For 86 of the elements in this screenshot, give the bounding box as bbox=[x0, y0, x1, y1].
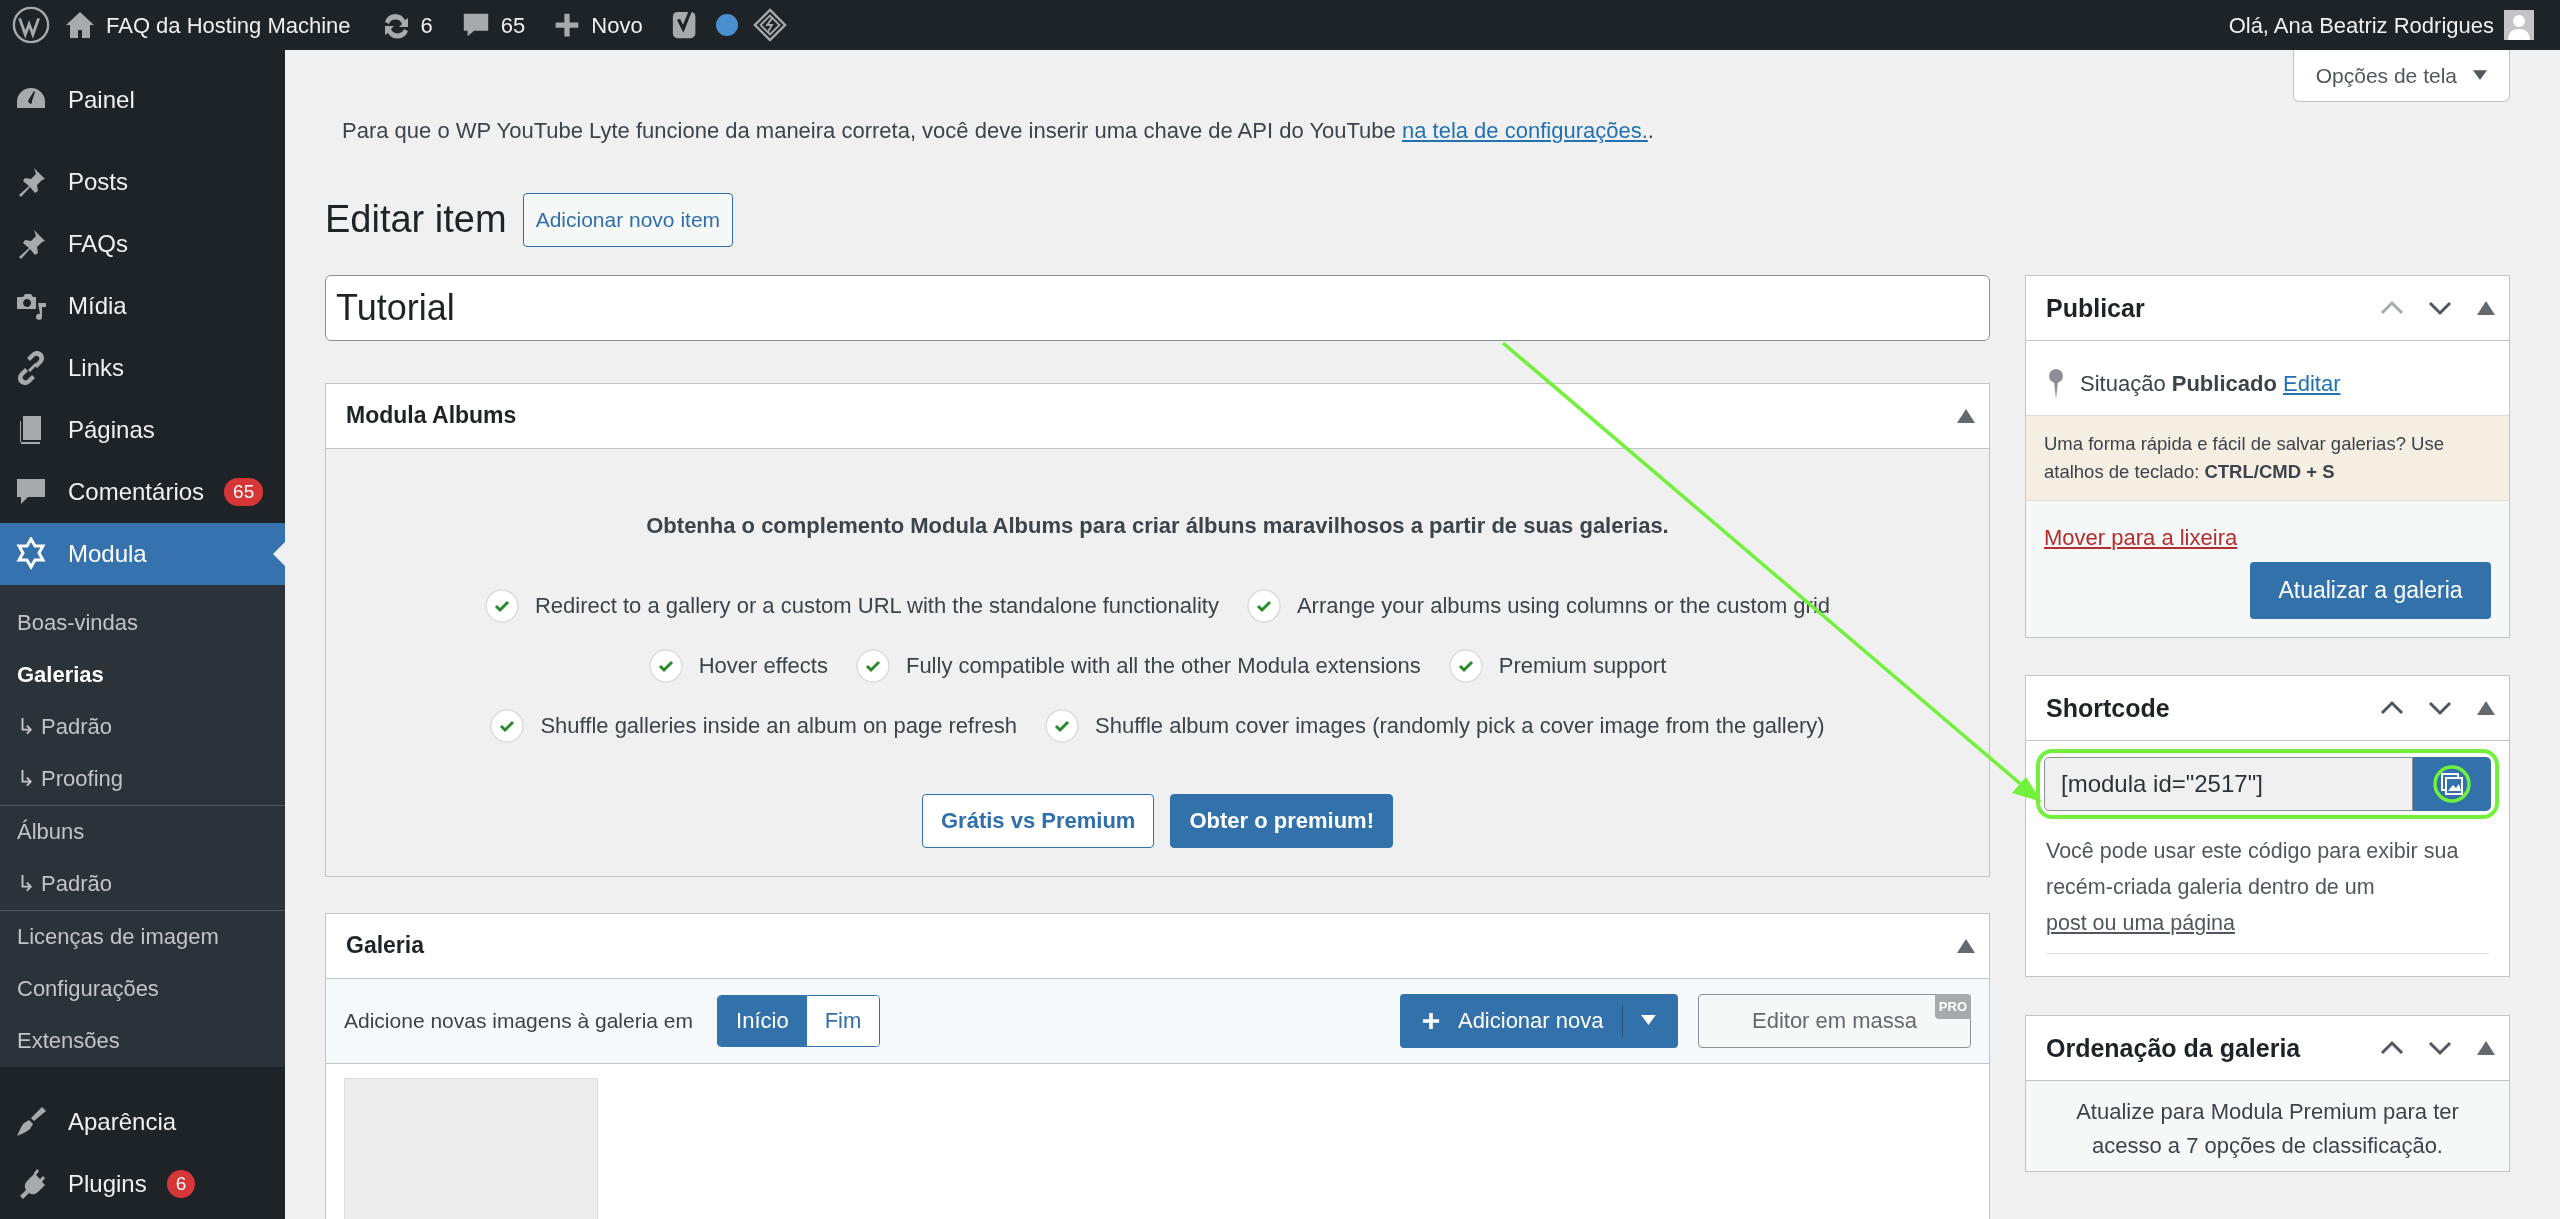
count-badge: 6 bbox=[166, 1169, 196, 1199]
checkmark-icon bbox=[1448, 648, 1483, 683]
position-toggle[interactable]: Fim bbox=[806, 995, 880, 1046]
promo-heading: Obtenha o complemento Modula Albums para criar álbuns maravilhosos a partir de suas galerias. bbox=[645, 511, 1670, 540]
checkmark-icon bbox=[490, 708, 525, 743]
sidebar-menu-item[interactable]: Comentários 65 bbox=[0, 461, 285, 523]
shortcode-field[interactable]: [modula id="2517"] bbox=[2044, 756, 2413, 811]
sidebar-menu-item[interactable]: Aparência bbox=[0, 1091, 285, 1153]
checkmark-icon bbox=[855, 648, 890, 683]
submenu-item[interactable]: Boas-vindas bbox=[0, 597, 285, 649]
home-icon bbox=[64, 9, 96, 41]
pro-badge: PRO bbox=[1934, 993, 1971, 1019]
sidebar-menu-item[interactable]: Posts bbox=[0, 151, 285, 213]
copy-icon-highlighted bbox=[2432, 763, 2472, 804]
panel-title: Modula Albums bbox=[346, 401, 518, 430]
shortcut-tip: Uma forma rápida e fácil de salvar galerias? Use atalhos de teclado: CTRL/CMD + S bbox=[2026, 414, 2509, 501]
panel-title: Ordenação da galeria bbox=[2046, 1032, 2302, 1063]
checkmark-icon bbox=[1045, 708, 1079, 743]
collapse-toggle-icon[interactable] bbox=[1957, 408, 1975, 423]
page-title: Editar item bbox=[325, 196, 507, 242]
avatar-icon bbox=[2504, 10, 2534, 40]
panel-title: Shortcode bbox=[2046, 692, 2171, 723]
sidebar-menu-item[interactable]: Páginas bbox=[0, 399, 285, 461]
position-toggle[interactable]: Início bbox=[718, 995, 807, 1046]
promo-button[interactable]: Grátis vs Premium bbox=[922, 793, 1155, 848]
toolbar-label: Adicione novas imagens à galeria em bbox=[344, 1007, 694, 1034]
screen-options-button[interactable]: Opções de tela bbox=[2292, 50, 2510, 102]
submenu-item[interactable]: Galerias bbox=[0, 649, 285, 701]
feature-text: Redirect to a gallery or a custom URL with the standalone functionality bbox=[534, 592, 1219, 620]
paintbrush-icon bbox=[14, 1105, 48, 1139]
notice-text: Para que o WP YouTube Lyte funcione da maneira correta, você deve inserir uma chave de API do YouTube na tela de configurações.. bbox=[342, 117, 1655, 145]
post-or-page-link[interactable]: post ou uma página bbox=[2046, 910, 2235, 935]
copy-button[interactable] bbox=[2413, 756, 2491, 811]
star-icon bbox=[14, 537, 48, 571]
edit-link[interactable]: Editar bbox=[2283, 371, 2341, 396]
submenu-item[interactable]: Licenças de imagem bbox=[0, 911, 285, 963]
submenu-item[interactable]: Extensões bbox=[0, 1015, 285, 1067]
feature-text: Shuffle galleries inside an album on page refresh bbox=[540, 712, 1017, 740]
shortcode-description: Você pode usar este código para exibir sua recém-criada galeria dentro de um post ou uma página bbox=[2046, 837, 2460, 937]
checkmark-icon bbox=[1246, 588, 1281, 623]
sidebar-menu-item[interactable]: Mídia bbox=[0, 275, 285, 337]
feature-text: Hover effects bbox=[698, 652, 828, 680]
user-greeting-link[interactable]: Olá, Ana Beatriz Rodrigues bbox=[2214, 0, 2548, 50]
checkmark-icon bbox=[484, 588, 519, 623]
add-new-item-button[interactable]: Adicionar novo item bbox=[522, 193, 734, 247]
sidebar-menu-item[interactable]: Links bbox=[0, 337, 285, 399]
wordpress-logo-icon[interactable] bbox=[12, 6, 50, 44]
updates-link[interactable]: 6 bbox=[364, 0, 447, 50]
promo-button[interactable]: Obter o premium! bbox=[1170, 793, 1393, 848]
submenu-item[interactable]: ↳ Padrão bbox=[0, 701, 285, 753]
submenu-item[interactable]: ↳ Proofing bbox=[0, 753, 285, 805]
submenu-item[interactable]: Configurações bbox=[0, 963, 285, 1015]
add-new-button[interactable]: Adicionar nova bbox=[1399, 993, 1678, 1048]
site-name-link[interactable]: FAQ da Hosting Machine bbox=[50, 0, 365, 50]
submenu-item[interactable]: Álbuns bbox=[0, 806, 285, 858]
status-dot-icon[interactable] bbox=[714, 13, 739, 37]
count-badge: 65 bbox=[224, 477, 264, 507]
feature-text: Fully compatible with all the other Modula extensions bbox=[905, 652, 1421, 680]
sidebar-menu-item[interactable]: Plugins 6 bbox=[0, 1153, 285, 1215]
update-gallery-button[interactable]: Atualizar a galeria bbox=[2250, 561, 2491, 619]
comments-link[interactable]: 65 bbox=[446, 0, 540, 50]
trash-link[interactable]: Mover para a lixeira bbox=[2044, 524, 2238, 550]
title-input-field[interactable]: Tutorial bbox=[325, 274, 1990, 341]
sidebar-menu-item[interactable]: Modula bbox=[0, 523, 285, 585]
new-content-link[interactable]: Novo bbox=[539, 0, 657, 50]
settings-link[interactable]: na tela de configurações. bbox=[1401, 118, 1648, 143]
image-thumbnail-placeholder[interactable] bbox=[344, 1077, 598, 1219]
checkmark-icon bbox=[648, 648, 683, 683]
submenu-item[interactable]: ↳ Padrão bbox=[0, 858, 285, 910]
status-text: Situação Publicado Editar bbox=[2080, 370, 2341, 398]
plus-icon bbox=[1421, 1011, 1440, 1030]
panel-title: Galeria bbox=[346, 931, 426, 960]
sidebar-menu-item[interactable]: Painel bbox=[0, 69, 285, 131]
upgrade-text: Atualize para Modula Premium para ter acesso a 7 opções de classificação. bbox=[2026, 1080, 2509, 1171]
collapse-toggle-icon[interactable] bbox=[2477, 300, 2495, 315]
feature-text: Shuffle album cover images (randomly pick a cover image from the gallery) bbox=[1095, 712, 1825, 740]
sidebar-menu-item[interactable]: FAQs bbox=[0, 213, 285, 275]
collapse-toggle-icon[interactable] bbox=[1957, 938, 1975, 953]
collapse-toggle-icon[interactable] bbox=[2477, 700, 2495, 715]
caret-icon bbox=[1641, 1015, 1656, 1026]
collapse-toggle-icon[interactable] bbox=[2477, 1040, 2495, 1055]
caret-icon bbox=[2473, 70, 2487, 81]
diamond-icon[interactable] bbox=[752, 8, 787, 42]
feature-text: Premium support bbox=[1498, 652, 1667, 680]
current-pointer-icon bbox=[273, 542, 285, 566]
panel-title: Publicar bbox=[2046, 292, 2146, 323]
